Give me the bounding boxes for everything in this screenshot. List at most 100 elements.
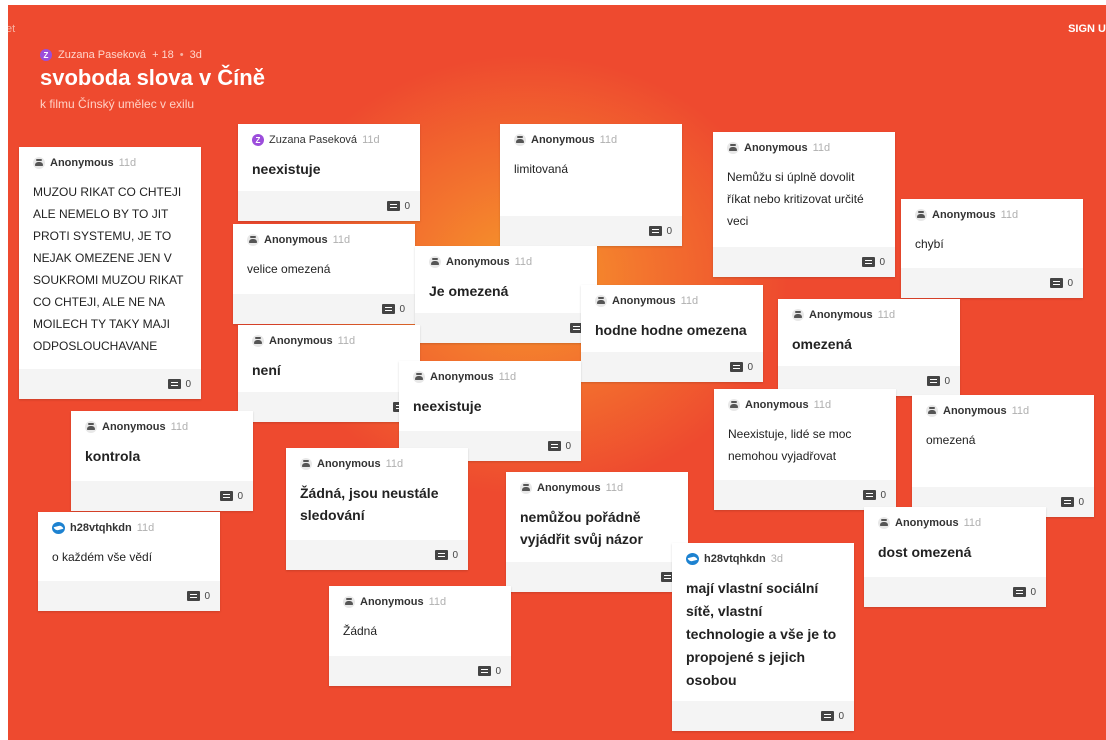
- post-age: 11d: [514, 256, 533, 268]
- post-footer: 0: [713, 247, 895, 277]
- post-author: Anonymous: [430, 371, 494, 383]
- post-card[interactable]: Anonymous 11d nemůžou pořádně vyjádřit sv…: [506, 472, 688, 592]
- comment-count: 0: [404, 200, 410, 212]
- post-age: 11d: [337, 335, 356, 347]
- post-author: Zuzana Paseková: [269, 134, 358, 146]
- anonymous-avatar-icon: [300, 458, 312, 470]
- post-card[interactable]: Anonymous 11d není: [238, 325, 420, 422]
- comment-icon[interactable]: [1050, 278, 1064, 288]
- post-footer: 0: [714, 480, 896, 510]
- post-text: limitovaná: [514, 162, 569, 176]
- comment-count: 0: [204, 590, 210, 602]
- post-card[interactable]: Anonymous 11d omezená 0: [912, 395, 1094, 517]
- post-card[interactable]: Anonymous 11d Žádná, jsou neustále sledov…: [286, 448, 468, 570]
- post-footer: 0: [38, 581, 220, 611]
- post-author: Anonymous: [744, 142, 808, 154]
- anonymous-avatar-icon: [792, 309, 804, 321]
- comment-count: 0: [185, 378, 191, 390]
- post-card[interactable]: Anonymous 11d Je omezená: [415, 246, 597, 343]
- post-text: omezená: [926, 433, 976, 447]
- post-card[interactable]: Anonymous 11d chybí 0: [901, 199, 1083, 298]
- board-meta: Z Zuzana Paseková + 18 • 3d: [40, 49, 202, 61]
- board-author[interactable]: Zuzana Paseková: [58, 49, 146, 61]
- app-left-text: et: [8, 23, 16, 35]
- post-card[interactable]: Anonymous 11d dost omezená 0: [864, 507, 1046, 607]
- comment-icon[interactable]: [927, 376, 941, 386]
- comment-icon[interactable]: [649, 226, 663, 236]
- comment-icon[interactable]: [387, 201, 401, 211]
- anonymous-avatar-icon: [520, 482, 532, 494]
- comment-count: 0: [944, 375, 950, 387]
- post-age: 11d: [332, 234, 351, 246]
- comment-count: 0: [879, 256, 885, 268]
- comment-icon[interactable]: [435, 550, 449, 560]
- comment-icon[interactable]: [863, 490, 877, 500]
- comment-icon[interactable]: [382, 304, 396, 314]
- post-author: Anonymous: [745, 399, 809, 411]
- post-text: velice omezená: [247, 262, 331, 276]
- padlet-board: et SIGN U Z Zuzana Paseková + 18 • 3d sv…: [8, 5, 1106, 740]
- board-age: 3d: [189, 49, 202, 61]
- post-card[interactable]: Anonymous 11d hodne hodne omezena 0: [581, 285, 763, 382]
- post-card[interactable]: Anonymous 11d kontrola 0: [71, 411, 253, 511]
- anonymous-avatar-icon: [247, 234, 259, 246]
- anonymous-avatar-icon: [915, 209, 927, 221]
- comment-icon[interactable]: [1061, 497, 1075, 507]
- post-author: Anonymous: [943, 405, 1007, 417]
- post-age: 11d: [877, 309, 896, 321]
- post-card[interactable]: Anonymous 11d velice omezená 0: [233, 224, 415, 324]
- author-avatar: Z: [40, 49, 52, 61]
- post-footer: [238, 392, 420, 422]
- post-text: neexistuje: [413, 398, 482, 414]
- post-age: 11d: [812, 142, 831, 154]
- post-card[interactable]: h28vtqhkdn 11d o každém vše vědí 0: [38, 512, 220, 611]
- sign-up-link[interactable]: SIGN U: [1068, 23, 1106, 35]
- post-text: Neexistuje, lidé se moc nemohou vyjadřov…: [728, 427, 852, 463]
- post-author: Anonymous: [264, 234, 328, 246]
- comment-icon[interactable]: [730, 362, 744, 372]
- comment-icon[interactable]: [862, 257, 876, 267]
- post-author: Anonymous: [269, 335, 333, 347]
- post-footer: 0: [71, 481, 253, 511]
- post-author: Anonymous: [895, 517, 959, 529]
- comment-icon[interactable]: [168, 379, 182, 389]
- post-card[interactable]: Anonymous 11d Nemůžu si úplně dovolit řík…: [713, 132, 895, 277]
- post-card[interactable]: Anonymous 11d Žádná 0: [329, 586, 511, 686]
- post-text: Nemůžu si úplně dovolit říkat nebo kriti…: [727, 170, 864, 228]
- post-author: Anonymous: [50, 157, 114, 169]
- comment-icon[interactable]: [548, 441, 562, 451]
- post-card[interactable]: Anonymous 11d omezená 0: [778, 299, 960, 396]
- post-age: 11d: [680, 295, 699, 307]
- post-author: Anonymous: [102, 421, 166, 433]
- post-text: není: [252, 362, 281, 378]
- comment-icon[interactable]: [478, 666, 492, 676]
- post-footer: [415, 313, 597, 343]
- post-card[interactable]: Anonymous 11d limitovaná 0: [500, 124, 682, 246]
- comment-count: 0: [237, 490, 243, 502]
- post-age: 11d: [362, 134, 380, 146]
- post-card[interactable]: Z Zuzana Paseková 11d neexistuje 0: [238, 124, 420, 221]
- post-card[interactable]: Anonymous 11d MUZOU RIKAT CO CHTEJI ALE N…: [19, 147, 201, 399]
- post-age: 11d: [428, 596, 447, 608]
- post-card[interactable]: Anonymous 11d Neexistuje, lidé se moc nem…: [714, 389, 896, 510]
- comment-icon[interactable]: [1013, 587, 1027, 597]
- board-subtitle: k filmu Čínský umělec v exilu: [40, 97, 195, 111]
- comment-icon[interactable]: [220, 491, 234, 501]
- anonymous-avatar-icon: [33, 157, 45, 169]
- post-card[interactable]: h28vtqhkdn 3d mají vlastní sociální sítě,…: [672, 543, 854, 731]
- post-age: 11d: [498, 371, 517, 383]
- post-text: omezená: [792, 336, 852, 352]
- post-footer: [506, 562, 688, 592]
- post-author: Anonymous: [932, 209, 996, 221]
- author-avatar-icon: Z: [252, 134, 264, 146]
- post-text: Žádná, jsou neustále sledování: [300, 485, 439, 523]
- post-author: Anonymous: [446, 256, 510, 268]
- comment-icon[interactable]: [821, 711, 835, 721]
- anonymous-avatar-icon: [595, 295, 607, 307]
- post-age: 11d: [385, 458, 404, 470]
- post-card[interactable]: Anonymous 11d neexistuje 0: [399, 361, 581, 461]
- post-footer: 0: [581, 352, 763, 382]
- anonymous-avatar-icon: [727, 142, 739, 154]
- comment-icon[interactable]: [187, 591, 201, 601]
- post-age: 11d: [170, 421, 189, 433]
